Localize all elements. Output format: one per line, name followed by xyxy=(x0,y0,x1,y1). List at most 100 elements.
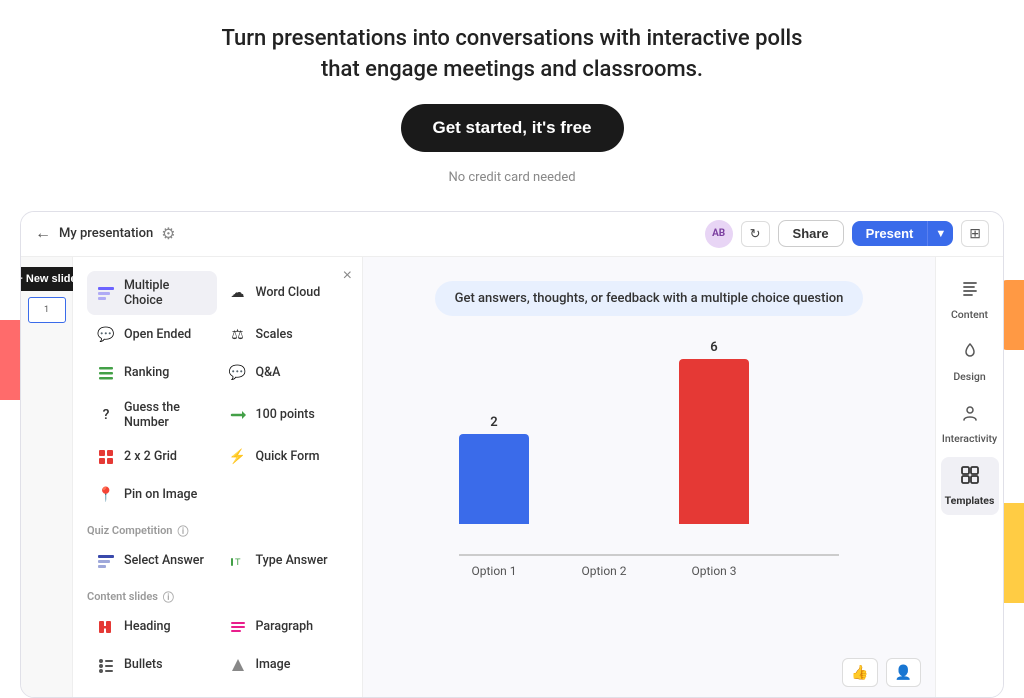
slide-type-grid: Multiple Choice ☁ Word Cloud 💬 Open Ended ⚖Sc… xyxy=(87,271,348,513)
person-button[interactable]: 👤 xyxy=(886,658,921,687)
slide-type-2x2-grid[interactable]: 2 x 2 Grid xyxy=(87,439,217,475)
slide-type-bullets[interactable]: Bullets xyxy=(87,647,217,683)
content-panel-label: Content xyxy=(951,308,988,321)
open-ended-icon: 💬 xyxy=(95,324,117,346)
bar-value: 6 xyxy=(710,340,717,355)
right-panel-templates[interactable]: Templates xyxy=(941,457,999,515)
bar-group-option-3: 6 xyxy=(679,340,749,524)
quiz-info-icon: ⓘ xyxy=(177,523,188,539)
bar-chart-container: 2 6 Option 1 Option 2 Option 3 xyxy=(459,336,839,578)
slide-type-paragraph[interactable]: Paragraph xyxy=(219,609,349,645)
slide-type-open-ended[interactable]: 💬 Open Ended xyxy=(87,317,217,353)
interactivity-panel-label: Interactivity xyxy=(942,432,997,445)
topbar: ← My presentation ⚙ AB ↻ Share Present ▼… xyxy=(21,212,1003,257)
present-button[interactable]: Present xyxy=(852,221,928,246)
present-caret-button[interactable]: ▼ xyxy=(927,221,953,246)
panel-close-button[interactable]: × xyxy=(343,267,352,285)
slide-type-guess-number[interactable]: ? Guess the Number xyxy=(87,393,217,437)
bar-value: 2 xyxy=(490,415,497,430)
no-credit-card-label: No credit card needed xyxy=(20,170,1004,185)
settings-button[interactable]: ⚙ xyxy=(161,224,175,244)
open-ended-label: Open Ended xyxy=(124,327,191,342)
slide-type-heading[interactable]: Heading xyxy=(87,609,217,645)
pin-on-image-icon: 📍 xyxy=(95,484,117,506)
get-started-button[interactable]: Get started, it's free xyxy=(401,104,624,152)
grid-view-button[interactable]: ⊞ xyxy=(961,220,989,247)
right-panel-design[interactable]: Design xyxy=(941,333,999,391)
slide-type-select-answer[interactable]: Select Answer xyxy=(87,543,217,579)
chart-labels: Option 1 Option 2 Option 3 xyxy=(459,564,839,578)
hero-title-line2: that engage meetings and classrooms. xyxy=(321,57,703,82)
slide-type-panel: × Multiple Choice ☁ Word Cloud 💬 Open Ended ⚖… xyxy=(73,257,363,697)
bar-group-option-1: 2 xyxy=(459,415,529,524)
quiz-section-text: Quiz Competition xyxy=(87,524,172,537)
multiple-choice-label: Multiple Choice xyxy=(124,278,209,308)
slide-hint: Get answers, thoughts, or feedback with … xyxy=(435,281,864,316)
main-area: + New slide 1 × Multiple Choice ☁ Word Clo… xyxy=(21,257,1003,697)
interactivity-panel-icon xyxy=(960,403,980,428)
hero-title-line1: Turn presentations into conversations wi… xyxy=(222,26,803,51)
scales-label: Scales xyxy=(256,327,293,342)
refresh-button[interactable]: ↻ xyxy=(741,221,770,247)
slide-number: 1 xyxy=(44,305,49,315)
right-panel-content[interactable]: Content xyxy=(941,271,999,329)
pin-on-image-label: Pin on Image xyxy=(124,487,197,502)
thumbs-up-button[interactable]: 👍 xyxy=(842,658,877,687)
guess-number-icon: ? xyxy=(95,404,117,426)
bar-rect xyxy=(679,359,749,524)
100-points-label: 100 points xyxy=(256,407,315,422)
slide-thumbnail-1[interactable]: 1 xyxy=(28,297,66,323)
templates-panel-icon xyxy=(960,465,980,490)
ranking-icon xyxy=(95,362,117,384)
templates-panel-label: Templates xyxy=(945,494,995,507)
slide-type-ranking[interactable]: Ranking xyxy=(87,355,217,391)
image-label: Image xyxy=(256,657,291,672)
slide-type-image[interactable]: Image xyxy=(219,647,349,683)
content-type-grid: Heading Paragraph Bullets Image xyxy=(87,609,348,683)
right-panel-interactivity[interactable]: Interactivity xyxy=(941,395,999,453)
image-icon xyxy=(227,654,249,676)
heading-icon xyxy=(95,616,117,638)
slide-type-pin-on-image[interactable]: 📍 Pin on Image xyxy=(87,477,217,513)
slide-type-type-answer[interactable]: T Type Answer xyxy=(219,543,349,579)
select-answer-label: Select Answer xyxy=(124,553,204,568)
content-section-label: Content slides ⓘ xyxy=(87,589,348,605)
slide-canvas: Get answers, thoughts, or feedback with … xyxy=(363,257,935,697)
guess-number-label: Guess the Number xyxy=(124,400,209,430)
left-sidebar: + New slide 1 xyxy=(21,257,73,697)
share-button[interactable]: Share xyxy=(778,220,844,247)
app-window: ← My presentation ⚙ AB ↻ Share Present ▼… xyxy=(20,211,1004,698)
type-answer-icon: T xyxy=(227,550,249,572)
qa-icon: 💬 xyxy=(227,362,249,384)
content-info-icon: ⓘ xyxy=(163,589,174,605)
heading-label: Heading xyxy=(124,619,171,634)
avatar: AB xyxy=(705,220,733,248)
2x2-grid-icon xyxy=(95,446,117,468)
slide-type-multiple-choice[interactable]: Multiple Choice xyxy=(87,271,217,315)
slide-type-quick-form[interactable]: ⚡Quick Form xyxy=(219,439,349,475)
hero-section: Turn presentations into conversations wi… xyxy=(0,0,1024,201)
quick-form-icon: ⚡ xyxy=(227,446,249,468)
quiz-type-grid: Select Answer T Type Answer xyxy=(87,543,348,579)
ranking-label: Ranking xyxy=(124,365,169,380)
select-answer-icon xyxy=(95,550,117,572)
design-panel-icon xyxy=(960,341,980,366)
design-panel-label: Design xyxy=(953,370,985,383)
word-cloud-icon: ☁ xyxy=(227,282,249,304)
slide-type-qa[interactable]: 💬Q&A xyxy=(219,355,349,391)
content-panel-icon xyxy=(960,279,980,304)
back-button[interactable]: ← xyxy=(35,225,51,243)
hero-title: Turn presentations into conversations wi… xyxy=(20,24,1004,86)
chart-label: Option 2 xyxy=(569,564,639,578)
slide-type-100-points[interactable]: 100 points xyxy=(219,393,349,437)
word-cloud-label: Word Cloud xyxy=(256,285,321,300)
2x2-grid-label: 2 x 2 Grid xyxy=(124,449,177,464)
chart-label: Option 1 xyxy=(459,564,529,578)
type-answer-label: Type Answer xyxy=(256,553,328,568)
chart-label: Option 3 xyxy=(679,564,749,578)
content-section-text: Content slides xyxy=(87,590,158,603)
slide-type-scales[interactable]: ⚖Scales xyxy=(219,317,349,353)
topbar-right: AB ↻ Share Present ▼ ⊞ xyxy=(705,220,989,248)
slide-type-word-cloud[interactable]: ☁ Word Cloud xyxy=(219,271,349,315)
paragraph-label: Paragraph xyxy=(256,619,314,634)
